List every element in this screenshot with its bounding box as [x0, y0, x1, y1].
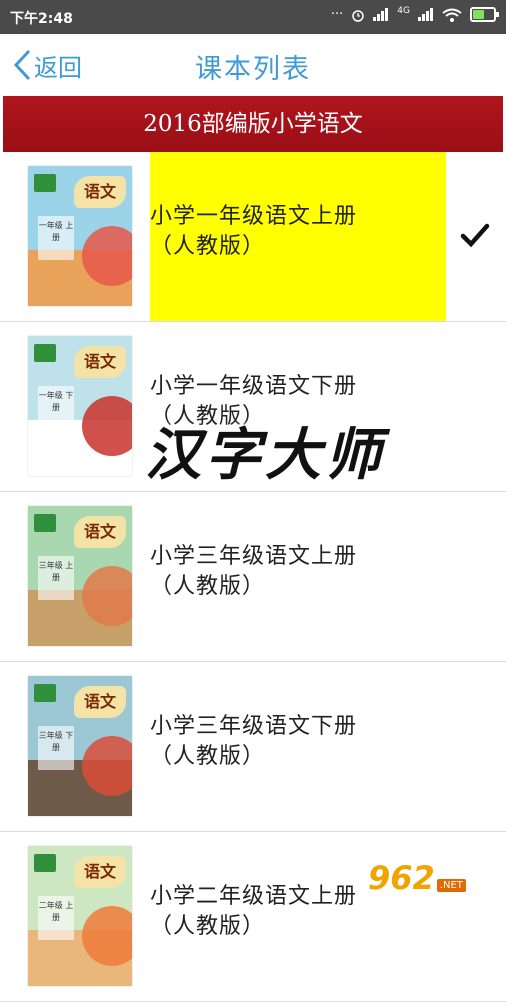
site-logo: 962 .NET	[368, 852, 500, 894]
dots-icon: ···	[330, 7, 344, 22]
book-row[interactable]: 语文 三年级 下册 小学三年级语文下册 （人教版）	[0, 662, 506, 832]
status-time: 下午2:48	[10, 11, 73, 27]
signal-icon	[373, 8, 389, 21]
book-cover: 语文 二年级 上册	[28, 846, 132, 986]
book-row[interactable]: 语文 三年级 上册 小学三年级语文上册 （人教版）	[0, 492, 506, 662]
book-label-area: 小学三年级语文下册 （人教版）	[150, 662, 446, 831]
book-cover: 语文 三年级 上册	[28, 506, 132, 646]
book-title: 小学二年级语文上册 （人教版）	[150, 884, 358, 939]
book-label-area: 小学三年级语文上册 （人教版）	[150, 492, 446, 661]
book-cover: 语文 三年级 下册	[28, 676, 132, 816]
site-logo-suffix: .NET	[436, 879, 466, 892]
book-title: 小学一年级语文上册 （人教版）	[150, 204, 358, 259]
status-icons: ··· 4G	[330, 5, 499, 22]
book-title: 小学三年级语文上册 （人教版）	[150, 544, 358, 599]
book-cover: 语文 一年级 上册	[28, 166, 132, 306]
nav-bar: 返回 课本列表	[0, 34, 506, 96]
book-title: 小学三年级语文下册 （人教版）	[150, 714, 358, 769]
checkmark-icon	[460, 223, 490, 248]
signal-icon	[418, 8, 433, 21]
signal-4g-icon: 4G	[397, 5, 410, 16]
page-title: 课本列表	[195, 54, 311, 85]
book-row[interactable]: 语文 一年级 上册 小学一年级语文上册 （人教版）	[0, 152, 506, 322]
status-bar: 下午2:48 ··· 4G	[0, 0, 506, 34]
watermark-text: 汉字大师	[145, 422, 385, 488]
site-logo-number: 962	[368, 859, 435, 897]
section-header: 2016部编版小学语文	[3, 96, 503, 152]
book-label-area: 小学一年级语文上册 （人教版）	[150, 152, 446, 321]
battery-icon	[470, 7, 499, 22]
alarm-icon	[352, 9, 365, 22]
book-cover: 语文 一年级 下册	[28, 336, 132, 476]
wifi-icon	[442, 8, 462, 22]
